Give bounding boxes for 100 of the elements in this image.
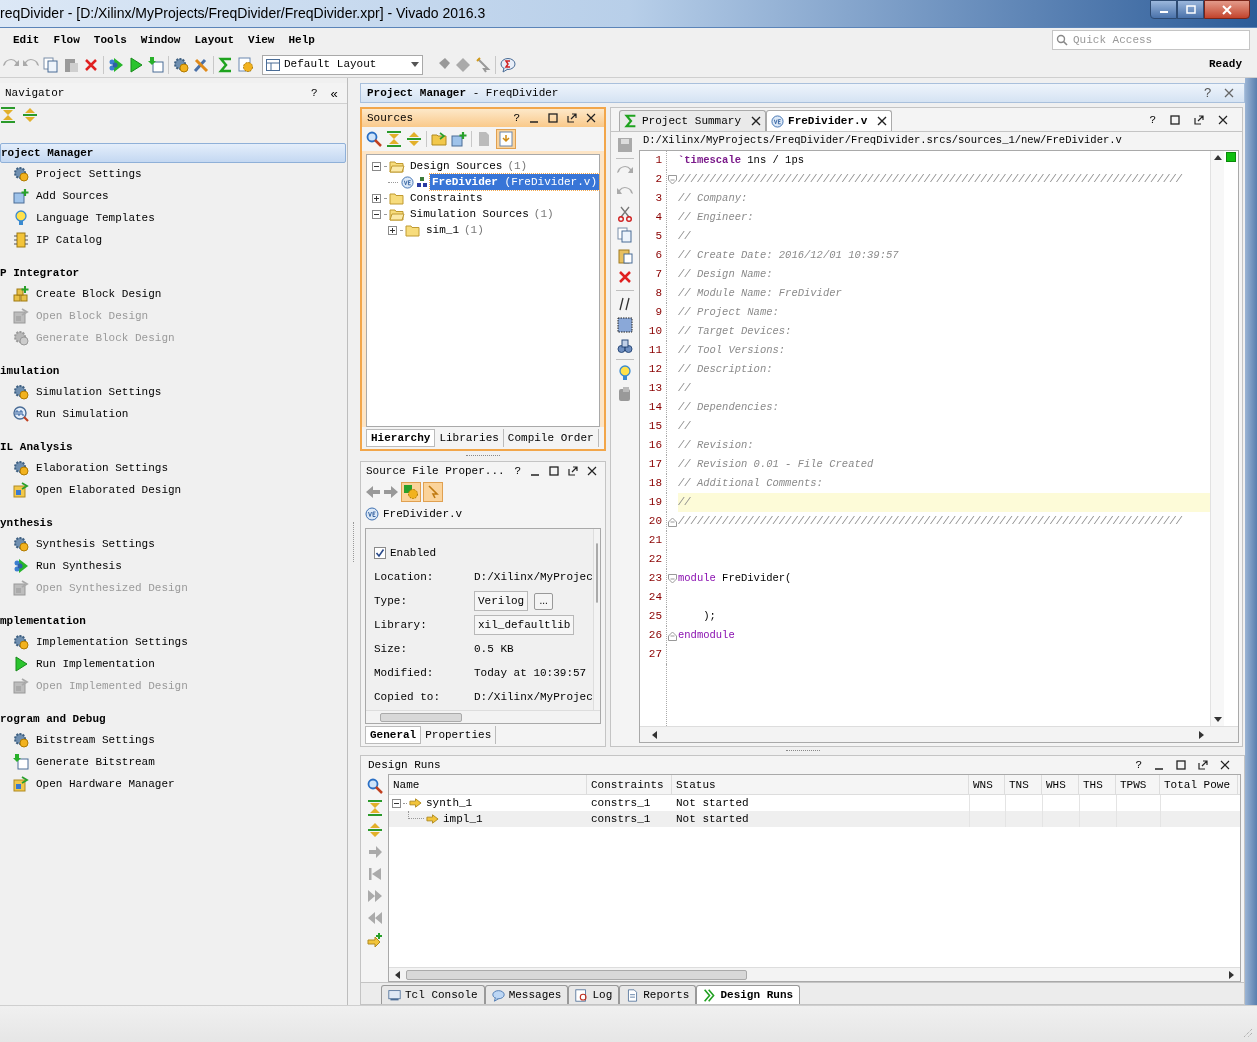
comment-icon[interactable] <box>617 296 633 312</box>
folder-icon[interactable] <box>431 131 447 147</box>
editor-tab[interactable]: FreDivider.v <box>766 110 893 131</box>
layout-dropdown[interactable]: Default Layout <box>262 54 423 75</box>
add-file-icon[interactable] <box>451 131 467 147</box>
nav-item[interactable]: Generate Bitstream <box>36 753 155 771</box>
scroll-up-icon[interactable] <box>1213 155 1222 160</box>
bulb-icon[interactable] <box>617 365 633 381</box>
help-button[interactable]: ? <box>1149 111 1156 129</box>
collapse-all-icon[interactable] <box>0 107 16 123</box>
tree-item[interactable]: Simulation Sources <box>408 205 531 223</box>
tab[interactable]: Hierarchy <box>366 429 436 447</box>
nav-item[interactable]: IP Catalog <box>36 231 102 249</box>
scrollbar[interactable] <box>1210 151 1224 727</box>
nav-item[interactable]: Simulation Settings <box>36 383 162 401</box>
gear-document-icon[interactable] <box>238 56 254 73</box>
nav-item[interactable]: Language Templates <box>36 209 155 227</box>
maximize-icon[interactable] <box>1170 115 1180 125</box>
collapse-all-icon[interactable] <box>366 800 383 817</box>
menu-item[interactable]: Flow <box>48 30 85 50</box>
nav-item[interactable]: Open Hardware Manager <box>36 775 175 793</box>
help-button[interactable]: ? <box>513 109 520 127</box>
nav-item[interactable]: Create Block Design <box>36 285 162 303</box>
value-field[interactable]: Verilog <box>474 591 529 611</box>
delete-icon[interactable] <box>617 269 633 285</box>
settings-icon[interactable] <box>173 56 189 73</box>
editor-tab[interactable]: Project Summary <box>619 110 767 131</box>
tools-icon[interactable] <box>193 56 209 73</box>
collapse-icon[interactable] <box>372 209 381 219</box>
tab[interactable]: Properties <box>421 726 497 745</box>
paste-icon[interactable] <box>617 248 633 264</box>
bottom-tab[interactable]: Reports <box>619 985 697 1004</box>
value-field[interactable]: xil_defaultlib <box>474 615 575 635</box>
tab[interactable]: Libraries <box>435 429 504 447</box>
bottom-tab[interactable]: Tcl Console <box>381 985 485 1004</box>
back-arrow-icon[interactable] <box>365 484 381 500</box>
expand-all-icon[interactable] <box>406 131 422 147</box>
maximize-button[interactable] <box>1177 0 1204 19</box>
menu-item[interactable]: Tools <box>88 30 132 50</box>
quick-access-field[interactable]: Quick Access <box>1052 30 1250 50</box>
collapse-button[interactable]: « <box>327 86 341 100</box>
diamond-icon[interactable] <box>455 56 471 73</box>
nav-section-header[interactable]: mplementation <box>0 611 347 631</box>
fast-forward-icon[interactable] <box>366 888 383 905</box>
scroll-thumb[interactable] <box>380 712 462 722</box>
skip-back-icon[interactable] <box>366 866 383 883</box>
collapse-icon[interactable] <box>372 161 381 171</box>
nav-item[interactable]: Run Synthesis <box>36 557 122 575</box>
scroll-right-icon[interactable] <box>1229 970 1234 979</box>
nav-section-header[interactable]: roject Manager <box>0 143 346 163</box>
scrollbar[interactable] <box>389 967 1240 981</box>
scroll-left-icon[interactable] <box>652 730 657 739</box>
float-icon[interactable] <box>1198 760 1208 771</box>
close-icon[interactable] <box>1220 760 1230 771</box>
help-button[interactable]: ? <box>1204 83 1224 103</box>
nav-item[interactable]: Run Implementation <box>36 655 155 673</box>
tree-item[interactable]: Constraints <box>408 189 485 207</box>
float-icon[interactable] <box>567 113 577 123</box>
bitstream-icon[interactable] <box>148 56 164 73</box>
search-icon[interactable] <box>366 778 383 795</box>
expand-all-icon[interactable] <box>366 822 383 839</box>
fold-marker-icon[interactable] <box>668 630 677 641</box>
add-run-icon[interactable] <box>366 932 383 949</box>
paste-icon[interactable] <box>63 56 79 73</box>
nav-item[interactable]: Synthesis Settings <box>36 535 155 553</box>
nav-item[interactable]: Implementation Settings <box>36 633 188 651</box>
resize-grip-icon[interactable] <box>1243 1028 1253 1038</box>
nav-section-header[interactable]: ynthesis <box>0 513 347 533</box>
nav-section-header[interactable]: rogram and Debug <box>0 709 347 729</box>
expand-all-icon[interactable] <box>22 107 38 123</box>
nav-section-header[interactable]: imulation <box>0 361 347 381</box>
nav-section-header[interactable]: P Integrator <box>0 263 347 283</box>
scroll-left-icon[interactable] <box>395 970 400 979</box>
tree-item[interactable]: FreDivider (FreDivider.v) <box>429 173 599 191</box>
maximize-icon[interactable] <box>549 466 559 476</box>
rewind-icon[interactable] <box>366 910 383 927</box>
fold-marker-icon[interactable] <box>668 516 677 527</box>
close-icon[interactable] <box>586 113 596 123</box>
close-icon[interactable] <box>587 466 597 476</box>
checkbox[interactable] <box>374 547 386 559</box>
nav-item[interactable]: Bitstream Settings <box>36 731 155 749</box>
arrow-right-icon[interactable] <box>366 844 383 861</box>
run-name[interactable]: synth_1 <box>426 794 473 812</box>
close-button[interactable] <box>1204 0 1250 19</box>
expand-icon[interactable] <box>388 225 397 235</box>
bottom-tab[interactable]: Design Runs <box>696 985 801 1004</box>
help-button[interactable]: ? <box>311 84 327 102</box>
show-source-button[interactable] <box>496 129 516 149</box>
tree-item[interactable]: Design Sources <box>408 157 505 175</box>
fold-marker-icon[interactable] <box>668 573 677 584</box>
close-icon[interactable] <box>1218 115 1228 125</box>
menu-item[interactable]: View <box>243 30 280 50</box>
tab[interactable]: Compile Order <box>503 429 599 447</box>
menu-item[interactable]: Edit <box>8 30 45 50</box>
sigma-icon[interactable] <box>218 56 234 73</box>
nav-section-header[interactable]: IL Analysis <box>0 437 347 457</box>
maximize-icon[interactable] <box>548 113 558 123</box>
collapse-icon[interactable] <box>392 798 401 808</box>
help-button[interactable]: ? <box>1135 756 1142 774</box>
nav-item[interactable]: Run Simulation <box>36 405 129 423</box>
